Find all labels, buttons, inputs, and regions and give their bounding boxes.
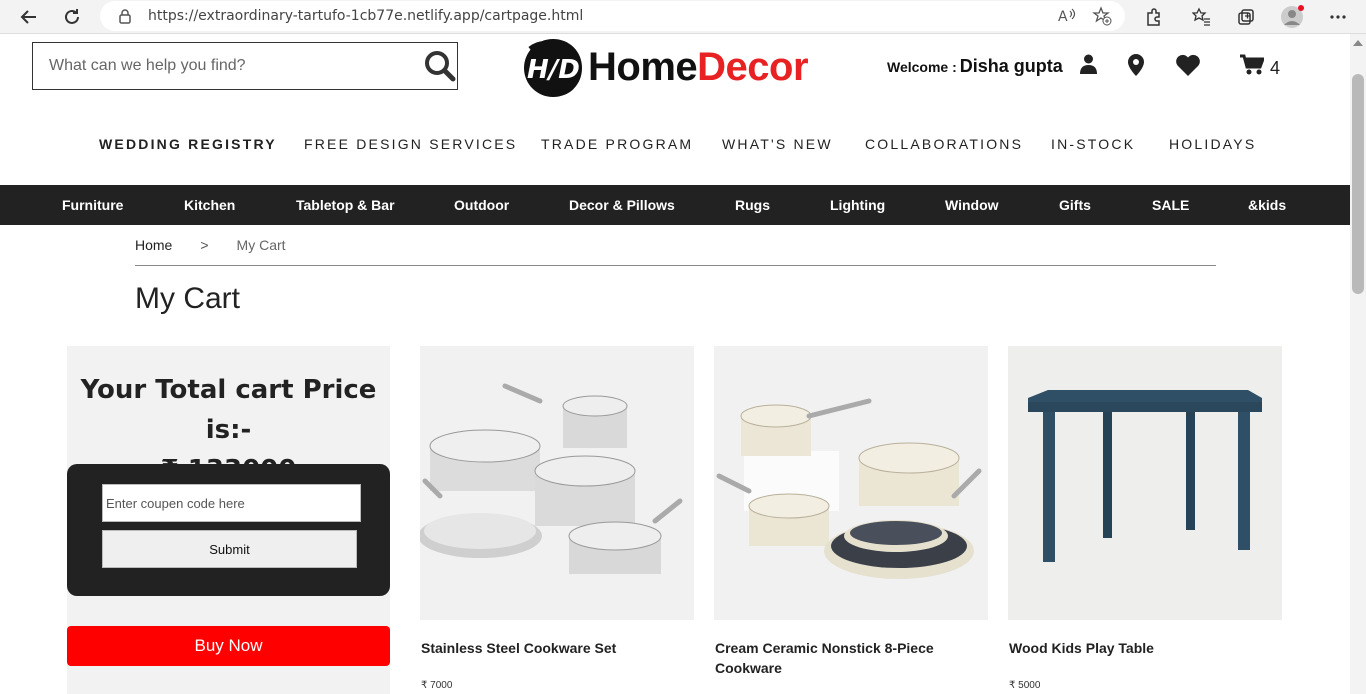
category-gifts[interactable]: Gifts xyxy=(1059,197,1091,213)
user-icon[interactable] xyxy=(1080,54,1097,78)
top-navigation: WEDDING REGISTRY FREE DESIGN SERVICES TR… xyxy=(80,136,1280,158)
category-bar: Furniture Kitchen Tabletop & Bar Outdoor… xyxy=(0,185,1350,225)
breadcrumb-home[interactable]: Home xyxy=(135,237,172,253)
wishlist-heart-icon[interactable] xyxy=(1175,54,1201,78)
logo-word-home: Home xyxy=(588,45,698,89)
add-favorite-icon[interactable] xyxy=(1092,6,1112,31)
back-arrow-icon[interactable] xyxy=(16,4,42,30)
user-name: Disha gupta xyxy=(959,56,1063,76)
profile-icon[interactable] xyxy=(1280,5,1304,29)
favorites-icon[interactable] xyxy=(1190,5,1214,29)
location-pin-icon[interactable] xyxy=(1128,54,1144,78)
search-input[interactable] xyxy=(33,43,413,89)
cart-icon[interactable] xyxy=(1240,54,1266,78)
top-nav-collaborations[interactable]: COLLABORATIONS xyxy=(865,136,1023,152)
coupon-box: Submit xyxy=(67,464,390,596)
category-sale[interactable]: SALE xyxy=(1152,197,1189,213)
welcome-message: Welcome : Disha gupta xyxy=(887,56,1063,77)
refresh-icon[interactable] xyxy=(59,4,85,30)
product-price: ₹ 7000 xyxy=(421,680,453,691)
cart-total-label: Your Total cart Price is:- xyxy=(80,375,377,445)
top-nav-wedding-registry[interactable]: WEDDING REGISTRY xyxy=(99,136,277,152)
category-window[interactable]: Window xyxy=(945,197,999,213)
read-aloud-icon[interactable]: A xyxy=(1057,6,1077,31)
top-nav-whats-new[interactable]: WHAT'S NEW xyxy=(722,136,833,152)
divider xyxy=(135,265,1216,266)
category-kids[interactable]: &kids xyxy=(1248,197,1286,213)
welcome-label: Welcome : xyxy=(887,59,957,75)
address-bar[interactable]: https://extraordinary-tartufo-1cb77e.net… xyxy=(100,1,1125,31)
logo-badge: H/D xyxy=(524,39,582,97)
product-image-ceramic-cookware[interactable] xyxy=(714,346,988,620)
category-tabletop-bar[interactable]: Tabletop & Bar xyxy=(296,197,395,213)
more-icon[interactable] xyxy=(1326,5,1350,29)
breadcrumb-current: My Cart xyxy=(236,237,286,253)
product-image-kids-table[interactable] xyxy=(1008,346,1282,620)
product-name[interactable]: Stainless Steel Cookware Set xyxy=(421,638,691,658)
browser-toolbar: https://extraordinary-tartufo-1cb77e.net… xyxy=(0,0,1366,34)
page-title: My Cart xyxy=(135,282,240,315)
product-name[interactable]: Cream Ceramic Nonstick 8-Piece Cookware xyxy=(715,638,985,678)
category-decor-pillows[interactable]: Decor & Pillows xyxy=(569,197,675,213)
category-kitchen[interactable]: Kitchen xyxy=(184,197,235,213)
category-furniture[interactable]: Furniture xyxy=(62,197,123,213)
breadcrumb: Home > My Cart xyxy=(135,237,286,253)
coupon-submit-button[interactable]: Submit xyxy=(102,530,357,568)
coupon-input[interactable] xyxy=(102,484,361,522)
page-scrollbar[interactable] xyxy=(1350,34,1366,694)
product-name[interactable]: Wood Kids Play Table xyxy=(1009,638,1279,658)
lock-icon[interactable] xyxy=(118,8,132,29)
logo-word-decor: Decor xyxy=(697,45,809,89)
collections-icon[interactable] xyxy=(1234,5,1258,29)
site-logo[interactable]: H/D HomeDecor xyxy=(522,37,842,99)
url-text: https://extraordinary-tartufo-1cb77e.net… xyxy=(148,8,584,24)
category-lighting[interactable]: Lighting xyxy=(830,197,885,213)
logo-badge-text: H/D xyxy=(527,55,580,85)
category-rugs[interactable]: Rugs xyxy=(735,197,770,213)
top-nav-in-stock[interactable]: IN-STOCK xyxy=(1051,136,1135,152)
breadcrumb-separator: > xyxy=(200,237,209,253)
product-image-cookware[interactable] xyxy=(420,346,694,620)
extensions-icon[interactable] xyxy=(1142,5,1166,29)
search-box xyxy=(32,42,458,90)
scroll-up-arrow-icon[interactable] xyxy=(1353,40,1363,46)
cart-count: 4 xyxy=(1270,58,1281,78)
scroll-thumb[interactable] xyxy=(1352,74,1364,294)
buy-now-button[interactable]: Buy Now xyxy=(67,626,390,666)
top-nav-holidays[interactable]: HOLIDAYS xyxy=(1169,136,1256,152)
svg-text:A: A xyxy=(1058,9,1068,25)
category-outdoor[interactable]: Outdoor xyxy=(454,197,509,213)
search-icon[interactable] xyxy=(423,49,457,83)
top-nav-free-design-services[interactable]: FREE DESIGN SERVICES xyxy=(304,136,517,152)
product-price: ₹ 5000 xyxy=(1009,680,1041,691)
top-nav-trade-program[interactable]: TRADE PROGRAM xyxy=(541,136,693,152)
logo-wordmark: HomeDecor xyxy=(588,45,809,90)
